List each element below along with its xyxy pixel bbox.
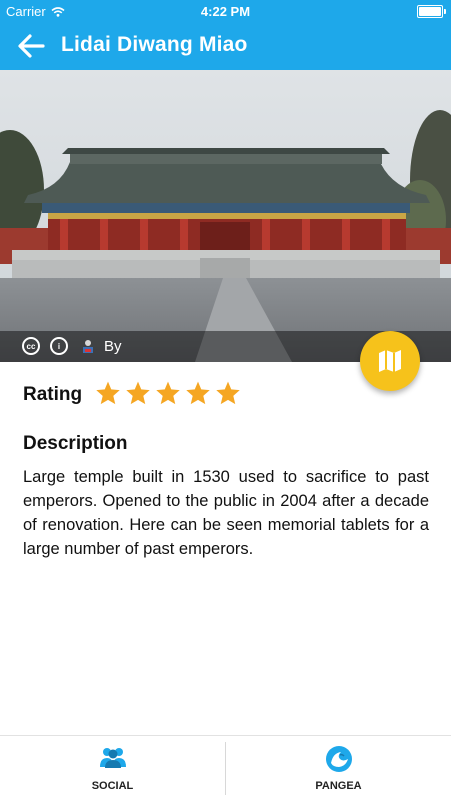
back-button[interactable] — [16, 32, 46, 60]
people-icon — [99, 748, 126, 768]
map-icon — [379, 350, 401, 372]
wave-icon — [325, 746, 352, 772]
status-time: 4:22 PM — [200, 4, 251, 19]
rating-label: Rating — [23, 384, 83, 405]
attribution-text: By — [104, 338, 122, 355]
star-icon — [126, 381, 150, 405]
page-title: Lidai Diwang Miao — [61, 33, 248, 56]
attribution-person-icon: i — [50, 337, 68, 355]
place-photo — [0, 70, 451, 362]
nav-bar: Lidai Diwang Miao — [0, 22, 451, 70]
description-text: Large temple built in 1530 used to sacri… — [23, 468, 429, 558]
author-avatar-icon — [83, 340, 93, 353]
cc-license-icon: cc — [22, 337, 40, 355]
map-button[interactable] — [360, 331, 420, 391]
star-icon — [186, 381, 210, 405]
tab-pangea[interactable]: PANGEA — [226, 736, 451, 801]
arrow-left-icon — [18, 34, 45, 58]
tab-pangea-label: PANGEA — [315, 780, 362, 792]
battery-icon — [417, 5, 446, 18]
status-bar: Carrier 4:22 PM — [0, 0, 451, 22]
star-icon — [96, 381, 120, 405]
description-heading: Description — [23, 433, 128, 454]
tab-social[interactable]: SOCIAL — [0, 736, 225, 801]
tab-social-label: SOCIAL — [91, 780, 134, 792]
bottom-tab-bar: SOCIAL PANGEA — [0, 735, 451, 801]
rating-stars — [95, 380, 241, 406]
star-icon — [216, 381, 240, 405]
star-icon — [156, 381, 180, 405]
temple-illustration — [0, 70, 451, 362]
